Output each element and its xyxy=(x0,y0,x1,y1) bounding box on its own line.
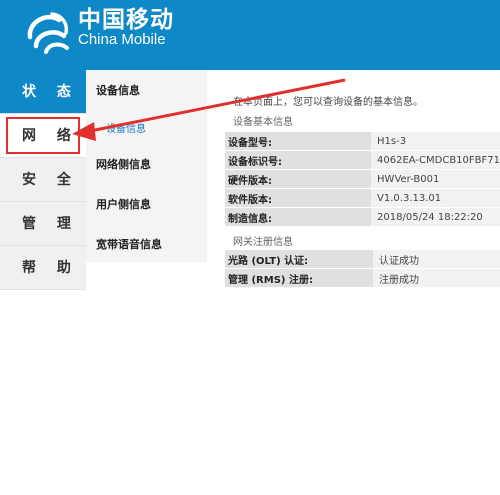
nav-management[interactable]: 管 理 xyxy=(0,202,86,246)
table-row: 光路 (OLT) 认证: 认证成功 xyxy=(225,250,500,269)
table-row: 设备标识号: 4062EA-CMDCB10FBF71 xyxy=(225,150,500,170)
basic-info-title: 设备基本信息 xyxy=(233,117,293,128)
brand-name-cn: 中国移动 xyxy=(78,7,174,33)
row-key: 制造信息: xyxy=(225,207,372,227)
row-key: 管理 (RMS) 注册: xyxy=(225,268,373,288)
page-description: 在本页面上，您可以查询设备的基本信息。 xyxy=(233,97,423,108)
network-highlight-box xyxy=(6,117,80,154)
subnav-device-info[interactable]: 设备信息 xyxy=(96,82,140,98)
row-key: 软件版本: xyxy=(225,188,372,208)
row-key: 设备型号: xyxy=(225,132,372,151)
row-value: 认证成功 xyxy=(373,250,500,269)
table-row: 设备型号: H1s-3 xyxy=(225,132,500,151)
row-value: V1.0.3.13.01 xyxy=(371,188,500,208)
subnav-network-side-info[interactable]: 网络侧信息 xyxy=(96,156,151,172)
row-key: 光路 (OLT) 认证: xyxy=(225,250,373,269)
table-row: 硬件版本: HWVer-B001 xyxy=(225,169,500,189)
subnav-broadband-voice-info[interactable]: 宽带语音信息 xyxy=(96,236,162,252)
row-value: 4062EA-CMDCB10FBF71 xyxy=(371,150,500,170)
subnav-user-side-info[interactable]: 用户侧信息 xyxy=(96,196,151,212)
sub-nav: 设备信息 设备信息 网络侧信息 用户侧信息 宽带语音信息 xyxy=(86,70,207,262)
nav-security[interactable]: 安 全 xyxy=(0,158,86,202)
row-value: H1s-3 xyxy=(371,132,500,151)
table-row: 软件版本: V1.0.3.13.01 xyxy=(225,188,500,208)
nav-status[interactable]: 状 态 xyxy=(0,70,86,114)
table-row: 制造信息: 2018/05/24 18:22:20 xyxy=(225,207,500,227)
row-value: HWVer-B001 xyxy=(371,169,500,189)
table-row: 管理 (RMS) 注册: 注册成功 xyxy=(225,268,500,288)
row-key: 设备标识号: xyxy=(225,150,372,170)
brand-name-en: China Mobile xyxy=(78,31,166,48)
china-mobile-logo-icon xyxy=(27,12,69,54)
row-key: 硬件版本: xyxy=(225,169,372,189)
row-value: 2018/05/24 18:22:20 xyxy=(371,207,500,227)
subnav-selected-item[interactable]: 设备信息 xyxy=(106,120,146,135)
basic-info-table: 设备型号: H1s-3 设备标识号: 4062EA-CMDCB10FBF71 硬件版… xyxy=(225,132,500,227)
main-nav: 状 态 网 络 安 全 管 理 帮 助 xyxy=(0,70,86,290)
header-bar: 中国移动 China Mobile xyxy=(0,0,500,70)
registration-info-table: 光路 (OLT) 认证: 认证成功 管理 (RMS) 注册: 注册成功 xyxy=(225,250,500,288)
row-value: 注册成功 xyxy=(373,268,500,288)
registration-info-title: 网关注册信息 xyxy=(233,237,293,248)
nav-help[interactable]: 帮 助 xyxy=(0,246,86,290)
